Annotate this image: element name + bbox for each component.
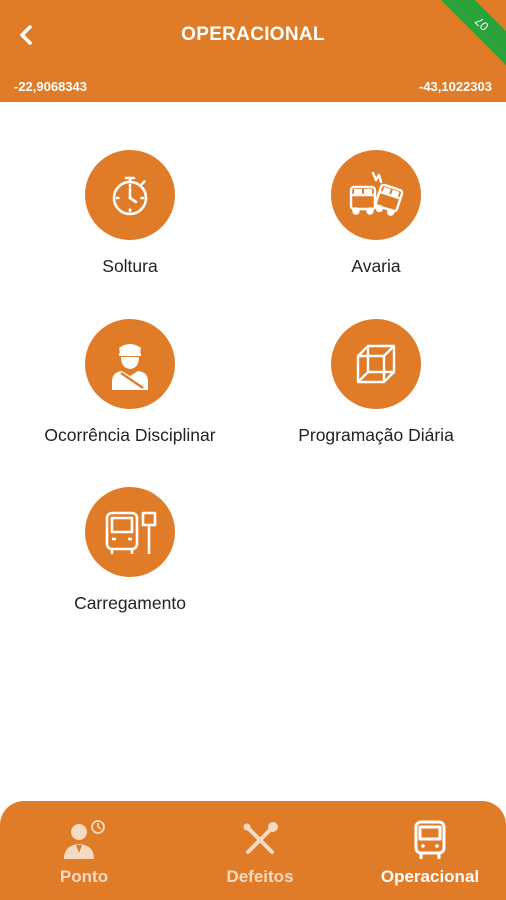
menu-item-soltura[interactable]: Soltura bbox=[10, 150, 250, 277]
nav-label: Ponto bbox=[59, 867, 109, 886]
menu-icon-circle bbox=[85, 150, 175, 240]
menu-label: Programação Diária bbox=[298, 425, 454, 445]
tools-icon bbox=[243, 822, 278, 854]
bus-stop-icon bbox=[105, 511, 157, 554]
nav-item-operacional[interactable]: Operacional bbox=[346, 819, 506, 887]
menu-item-avaria[interactable]: Avaria bbox=[256, 150, 496, 277]
page-title: OPERACIONAL bbox=[181, 24, 325, 45]
menu-label: Carregamento bbox=[74, 593, 186, 613]
cube-icon bbox=[356, 344, 396, 384]
menu-icon-circle bbox=[331, 150, 421, 240]
menu-item-ocorrencia-disciplinar[interactable]: Ocorrência Disciplinar bbox=[10, 319, 250, 446]
user-clock-icon bbox=[64, 820, 105, 859]
nav-label: Operacional bbox=[380, 867, 480, 886]
menu-item-carregamento[interactable]: Carregamento bbox=[10, 487, 250, 614]
longitude-label: -43,1022303 bbox=[418, 79, 492, 94]
nav-label: Defeitos bbox=[226, 867, 294, 886]
bottom-navigation: Ponto Defeitos Operacional bbox=[0, 801, 506, 900]
app-header: OPERACIONAL -22,9068343 -43,1022303 07 bbox=[0, 0, 506, 102]
menu-icon-circle bbox=[85, 319, 175, 409]
nav-item-ponto[interactable]: Ponto bbox=[0, 819, 168, 887]
menu-item-programacao-diaria[interactable]: Programação Diária bbox=[256, 319, 496, 446]
bus-collision-icon bbox=[349, 171, 404, 216]
latitude-label: -22,9068343 bbox=[14, 79, 88, 94]
menu-icon-circle bbox=[331, 319, 421, 409]
menu-icon-circle bbox=[85, 487, 175, 577]
menu-label: Soltura bbox=[102, 256, 158, 276]
stopwatch-icon bbox=[112, 176, 148, 216]
menu-label: Avaria bbox=[351, 256, 401, 276]
driver-icon bbox=[112, 344, 148, 390]
nav-item-defeitos[interactable]: Defeitos bbox=[176, 819, 344, 887]
bus-icon bbox=[414, 820, 446, 859]
menu-label: Ocorrência Disciplinar bbox=[44, 425, 216, 445]
